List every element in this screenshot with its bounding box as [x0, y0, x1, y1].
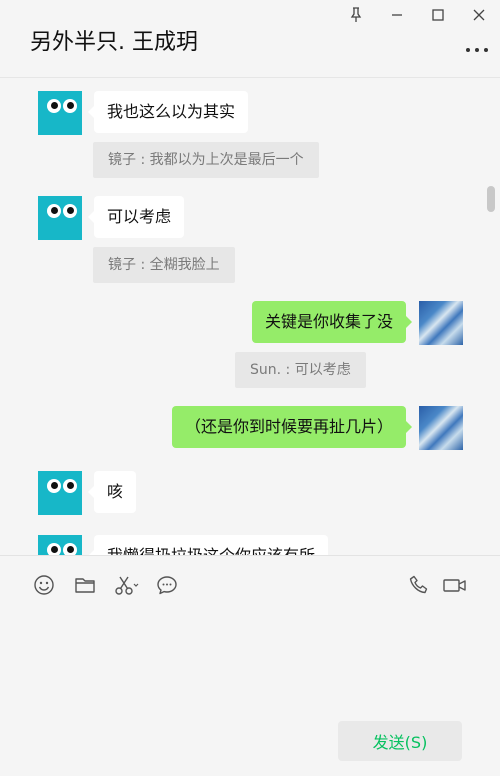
message-bubble[interactable]: 咳 — [87, 471, 137, 513]
chat-history-icon[interactable] — [155, 573, 179, 597]
maximize-icon[interactable] — [425, 4, 451, 26]
pin-icon[interactable] — [343, 4, 369, 26]
folder-icon[interactable] — [73, 573, 97, 597]
close-icon[interactable] — [466, 4, 492, 26]
phone-icon[interactable] — [407, 573, 431, 597]
emoji-icon[interactable] — [32, 573, 56, 597]
message-input[interactable] — [20, 605, 480, 710]
contact-avatar[interactable] — [38, 91, 82, 135]
message-list[interactable]: 我也这么以为其实 镜子 : 我都以为上次是最后一个 可以考虑 镜子 : 全糊我脸… — [0, 79, 500, 555]
quoted-message[interactable]: 镜子 : 我都以为上次是最后一个 — [93, 142, 319, 178]
more-options-icon[interactable] — [466, 46, 488, 54]
quoted-message[interactable]: Sun. : 可以考虑 — [235, 352, 366, 388]
message-bubble[interactable]: 可以考虑 — [87, 196, 185, 238]
chat-title: 另外半只. 王成玥 — [30, 30, 198, 55]
video-icon[interactable] — [442, 573, 468, 597]
title-bar: 另外半只. 王成玥 — [0, 0, 500, 78]
divider — [0, 555, 500, 556]
contact-avatar[interactable] — [38, 196, 82, 240]
contact-avatar[interactable] — [38, 471, 82, 515]
message-bubble[interactable]: 我也这么以为其实 — [87, 91, 249, 133]
self-avatar[interactable] — [419, 301, 463, 345]
quoted-message[interactable]: 镜子 : 全糊我脸上 — [93, 247, 235, 283]
send-button[interactable]: 发送(S) — [338, 721, 462, 761]
scissors-icon[interactable] — [113, 573, 141, 597]
message-bubble[interactable]: 关键是你收集了没 — [251, 301, 413, 343]
message-bubble[interactable]: （还是你到时候要再扯几片） — [171, 406, 413, 448]
contact-avatar[interactable] — [38, 535, 82, 555]
message-bubble[interactable]: 我懒得扔垃圾这个你应该有所 — [87, 535, 329, 555]
minimize-icon[interactable] — [384, 4, 410, 26]
self-avatar[interactable] — [419, 406, 463, 450]
scrollbar-thumb[interactable] — [487, 186, 495, 212]
